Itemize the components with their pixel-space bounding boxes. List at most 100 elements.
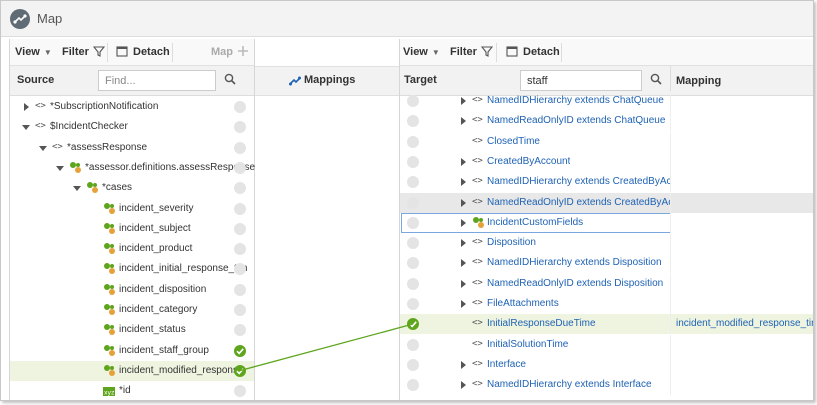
target-row[interactable]: IncidentCustomFields — [400, 212, 813, 233]
target-panel: View▼ Filter Detach Target Mapping <> Nam… — [399, 39, 813, 400]
collapse-icon[interactable] — [73, 186, 81, 192]
target-row-label: NamedIDHierarchy extends CreatedByAccour — [487, 176, 670, 188]
expand-icon[interactable] — [461, 157, 466, 166]
status-circle-icon — [234, 222, 246, 235]
target-row[interactable]: <> Disposition — [400, 233, 813, 254]
status-circle-icon — [234, 141, 246, 154]
expand-icon[interactable] — [461, 178, 466, 187]
target-view-menu[interactable]: View ▼ — [403, 43, 440, 62]
source-row[interactable]: incident_staff_group — [10, 341, 254, 361]
source-row[interactable]: incident_modified_response — [10, 360, 254, 381]
mapped-check-icon — [407, 318, 419, 331]
target-detach-button[interactable]: Detach — [506, 43, 560, 62]
status-circle-icon — [407, 176, 419, 189]
status-circle-icon — [407, 257, 419, 270]
source-search-input[interactable] — [98, 70, 216, 91]
source-row[interactable]: *assessor.definitions.assessResponse — [10, 158, 255, 178]
column-divider — [670, 314, 671, 335]
mapping-expression[interactable]: incident_modified_response_time — [676, 318, 813, 329]
source-row-label: incident_product — [119, 243, 193, 255]
source-map-button[interactable]: Map — [211, 43, 249, 62]
target-row[interactable]: <> Interface — [400, 354, 813, 375]
status-circle-icon — [407, 338, 419, 351]
target-row-label: NamedReadOnlyID extends Disposition — [487, 277, 664, 289]
column-divider — [670, 233, 671, 254]
search-icon[interactable] — [224, 73, 238, 87]
expand-icon[interactable] — [461, 300, 466, 308]
target-row[interactable]: <> NamedReadOnlyID extends ChatQueue — [400, 111, 813, 132]
source-row[interactable]: xyz *id — [10, 381, 254, 400]
collapse-icon[interactable] — [22, 125, 30, 131]
element-icon — [103, 364, 116, 377]
status-circle-icon — [234, 283, 246, 296]
target-row[interactable]: <> ClosedTime — [400, 131, 813, 152]
code-brackets-icon: <> — [472, 318, 483, 329]
chevron-down-icon: ▼ — [43, 48, 52, 57]
expand-icon[interactable] — [461, 239, 466, 248]
source-detach-button[interactable]: Detach — [116, 43, 170, 62]
expand-icon[interactable] — [24, 103, 29, 111]
column-divider — [670, 354, 671, 375]
mapped-check-icon — [234, 364, 246, 377]
source-filter-button[interactable]: Filter — [62, 43, 106, 62]
source-row[interactable]: <> $IncidentChecker — [10, 117, 254, 137]
status-circle-icon — [234, 324, 246, 337]
source-view-menu[interactable]: View ▼ — [15, 43, 52, 62]
target-row[interactable]: <> NamedIDHierarchy extends ChatQueue — [400, 91, 813, 111]
target-filter-button[interactable]: Filter — [450, 43, 494, 62]
target-row[interactable]: <> NamedIDHierarchy extends Interface — [400, 375, 813, 396]
status-circle-icon — [407, 358, 419, 371]
source-row[interactable]: *cases — [10, 178, 254, 198]
column-divider — [670, 131, 671, 152]
source-row[interactable]: incident_severity — [10, 199, 254, 219]
status-circle-icon — [234, 101, 246, 113]
target-row[interactable]: <> NamedReadOnlyID extends CreatedByAccou… — [400, 192, 813, 213]
source-header: Source — [10, 66, 254, 96]
code-brackets-icon: <> — [35, 101, 46, 111]
detach-icon — [116, 45, 128, 64]
status-circle-icon — [234, 161, 246, 174]
status-circle-icon — [234, 304, 246, 316]
target-search-input[interactable] — [520, 70, 642, 91]
code-brackets-icon: <> — [472, 338, 483, 349]
expand-icon[interactable] — [461, 360, 466, 369]
source-header-label: Source — [17, 74, 55, 86]
search-icon[interactable] — [650, 73, 664, 87]
source-row[interactable]: incident_product — [10, 239, 254, 259]
source-row[interactable]: <> *SubscriptionNotification — [10, 97, 254, 117]
expand-icon[interactable] — [461, 198, 466, 207]
source-row[interactable]: <> *assessResponse — [10, 138, 254, 158]
collapse-icon[interactable] — [56, 165, 64, 171]
mappings-header: Mappings — [255, 66, 399, 96]
source-row[interactable]: incident_disposition — [10, 280, 254, 300]
source-row[interactable]: incident_category — [10, 300, 254, 320]
target-row[interactable]: <> CreatedByAccount — [400, 151, 813, 172]
source-row[interactable]: incident_initial_response_tim — [10, 259, 254, 279]
target-row[interactable]: <> InitialSolutionTime — [400, 334, 813, 355]
column-divider — [670, 273, 671, 294]
target-row[interactable]: <> NamedReadOnlyID extends Disposition — [400, 273, 813, 294]
expand-icon[interactable] — [461, 117, 466, 126]
source-row-label: incident_staff_group — [119, 344, 209, 356]
target-row[interactable]: <> InitialResponseDueTime incident_modifie… — [400, 314, 813, 335]
target-row[interactable]: <> FileAttachments — [400, 294, 813, 314]
chevron-down-icon: ▼ — [431, 48, 440, 57]
target-row[interactable]: <> NamedIDHierarchy extends Disposition — [400, 253, 813, 274]
target-row-label: NamedIDHierarchy extends Interface — [487, 379, 652, 391]
column-divider — [670, 192, 671, 213]
source-row[interactable]: incident_status — [10, 320, 254, 340]
expand-icon[interactable] — [461, 381, 466, 390]
expand-icon[interactable] — [461, 218, 466, 227]
target-row-label: InitialResponseDueTime — [487, 318, 596, 330]
collapse-icon[interactable] — [39, 145, 47, 151]
source-row[interactable]: incident_subject — [10, 219, 254, 239]
expand-icon[interactable] — [461, 259, 466, 268]
element-icon — [103, 283, 116, 296]
expand-icon[interactable] — [461, 97, 466, 105]
target-row[interactable]: <> NamedIDHierarchy extends CreatedByAcco… — [400, 172, 813, 193]
code-brackets-icon: <> — [52, 141, 63, 152]
status-circle-icon — [234, 202, 246, 215]
expand-icon[interactable] — [461, 279, 466, 288]
map-window: Map View▼ Filter Detach Map Source <>*Su… — [0, 0, 814, 401]
map-label: Map — [211, 46, 233, 58]
